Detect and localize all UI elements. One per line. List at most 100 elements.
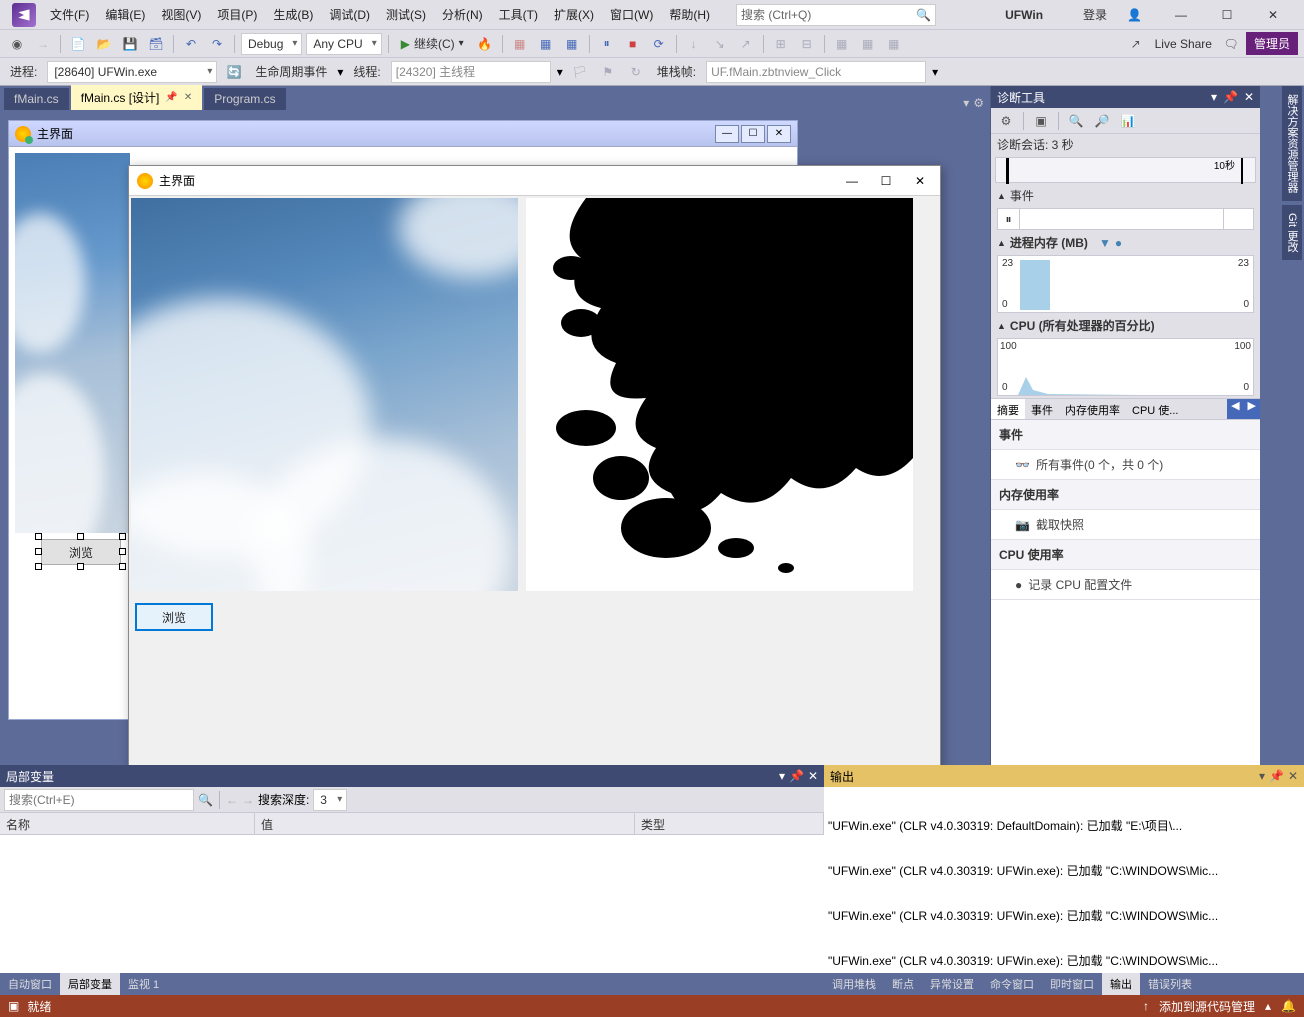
tb-icon-4[interactable]: ⊞ — [770, 33, 792, 55]
pin-icon[interactable]: 📌 — [1269, 769, 1284, 783]
close-icon[interactable]: ✕ — [1288, 769, 1298, 783]
pin-icon[interactable]: 📌 — [165, 92, 177, 103]
global-search-input[interactable]: 搜索 (Ctrl+Q) 🔍 — [736, 4, 936, 26]
tab-watch[interactable]: 监视 1 — [120, 973, 167, 995]
admin-badge[interactable]: 管理员 — [1246, 32, 1298, 55]
open-folder-icon[interactable]: 📂 — [93, 33, 115, 55]
nav-icon[interactable]: ↻ — [625, 61, 647, 83]
locals-body[interactable] — [0, 835, 824, 973]
menu-edit[interactable]: 编辑(E) — [99, 2, 151, 27]
memory-chart[interactable]: 23 23 0 0 — [997, 255, 1254, 313]
menu-help[interactable]: 帮助(H) — [663, 2, 716, 27]
menu-build[interactable]: 生成(B) — [267, 2, 319, 27]
tab-memory[interactable]: 内存使用率 — [1059, 399, 1126, 419]
tab-breakpoints[interactable]: 断点 — [884, 973, 922, 995]
step-out-icon[interactable]: ↗ — [735, 33, 757, 55]
step-over-icon[interactable]: ↓ — [683, 33, 705, 55]
tb-icon-2[interactable]: ▦ — [535, 33, 557, 55]
stackframe-combo[interactable] — [706, 61, 926, 83]
window-pos-icon[interactable]: ▾ — [1211, 90, 1217, 104]
col-value[interactable]: 值 — [255, 813, 635, 834]
thread-combo[interactable] — [391, 61, 551, 83]
minimize-button[interactable]: — — [1158, 0, 1204, 30]
tb-icon-5[interactable]: ⊟ — [796, 33, 818, 55]
tab-events[interactable]: 事件 — [1025, 399, 1059, 419]
output-text[interactable]: "UFWin.exe" (CLR v4.0.30319: DefaultDoma… — [824, 787, 1304, 973]
cpu-chart[interactable]: 100 100 0 0 — [997, 338, 1254, 396]
process-combo[interactable]: [28640] UFWin.exe — [47, 61, 217, 83]
detail-cpu-item[interactable]: ●记录 CPU 配置文件 — [991, 570, 1260, 600]
tb-icon-3[interactable]: ▦ — [561, 33, 583, 55]
close-icon[interactable]: ✕ — [184, 92, 192, 103]
memory-section-head[interactable]: ▲进程内存 (MB) ▼ ● — [991, 232, 1260, 253]
chart-icon[interactable]: 📊 — [1117, 110, 1139, 132]
config-combo[interactable]: Debug — [241, 33, 302, 55]
pause-icon[interactable]: ⏸ — [596, 33, 618, 55]
running-titlebar[interactable]: 主界面 — ☐ ✕ — [129, 166, 940, 196]
menu-tools[interactable]: 工具(T) — [493, 2, 544, 27]
select-tools-icon[interactable]: ▣ — [1030, 110, 1052, 132]
platform-combo[interactable]: Any CPU — [306, 33, 381, 55]
depth-combo[interactable]: 3 — [313, 789, 347, 811]
tab-locals[interactable]: 局部变量 — [60, 973, 120, 995]
browse-button-run[interactable]: 浏览 — [135, 603, 213, 631]
pin-icon[interactable]: 📌 — [789, 769, 804, 783]
menu-extensions[interactable]: 扩展(X) — [548, 2, 600, 27]
designer-min[interactable]: — — [715, 125, 739, 143]
designer-close[interactable]: ✕ — [767, 125, 791, 143]
save-icon[interactable]: 💾 — [119, 33, 141, 55]
maximize-button[interactable]: ☐ — [1204, 0, 1250, 30]
window-pos-icon[interactable]: ▾ — [779, 769, 785, 783]
undo-icon[interactable]: ↶ — [180, 33, 202, 55]
menu-project[interactable]: 项目(P) — [211, 2, 263, 27]
locals-search-input[interactable] — [4, 789, 194, 811]
tab-command[interactable]: 命令窗口 — [982, 973, 1042, 995]
tab-immediate[interactable]: 即时窗口 — [1042, 973, 1102, 995]
cpu-section-head[interactable]: ▲CPU (所有处理器的百分比) — [991, 315, 1260, 336]
menu-file[interactable]: 文件(F) — [44, 2, 95, 27]
step-into-icon[interactable]: ↘ — [709, 33, 731, 55]
stop-icon[interactable]: ■ — [622, 33, 644, 55]
run-min[interactable]: — — [844, 174, 860, 188]
run-max[interactable]: ☐ — [878, 174, 894, 188]
tab-output[interactable]: 输出 — [1102, 973, 1140, 995]
close-button[interactable]: ✕ — [1250, 0, 1296, 30]
output-window-icon[interactable]: ▣ — [8, 999, 19, 1013]
tab-fmain-design[interactable]: fMain.cs [设计] 📌 ✕ — [71, 85, 203, 110]
col-type[interactable]: 类型 — [635, 813, 824, 834]
tab-errorlist[interactable]: 错误列表 — [1140, 973, 1200, 995]
tab-summary[interactable]: 摘要 — [991, 399, 1025, 419]
tab-dropdown-icon[interactable]: ▾ — [963, 96, 969, 110]
flag-icon[interactable]: 🏳 — [569, 61, 591, 83]
detail-memory-item[interactable]: 📷截取快照 — [991, 510, 1260, 540]
tb-icon-8[interactable]: ▦ — [883, 33, 905, 55]
menu-view[interactable]: 视图(V) — [155, 2, 207, 27]
menu-window[interactable]: 窗口(W) — [604, 2, 659, 27]
running-app-window[interactable]: 主界面 — ☐ ✕ — [128, 165, 941, 768]
forward-button[interactable]: → — [32, 33, 54, 55]
tab-fmain-cs[interactable]: fMain.cs — [4, 88, 69, 110]
pin-icon[interactable]: 📌 — [1223, 90, 1238, 104]
tb-icon-1[interactable]: ▦ — [509, 33, 531, 55]
search-icon[interactable]: 🔍 — [198, 793, 213, 807]
solution-explorer-tab[interactable]: 解决方案资源管理器 — [1282, 86, 1302, 201]
new-file-icon[interactable]: 📄 — [67, 33, 89, 55]
window-pos-icon[interactable]: ▾ — [1259, 769, 1265, 783]
login-button[interactable]: 登录 — [1079, 2, 1111, 27]
threads-icon[interactable]: ⚑ — [597, 61, 619, 83]
gear-icon[interactable]: ⚙ — [995, 110, 1017, 132]
redo-icon[interactable]: ↷ — [206, 33, 228, 55]
scroll-left[interactable]: ◀ — [1227, 399, 1243, 419]
events-section-head[interactable]: ▲事件 — [991, 185, 1260, 206]
col-name[interactable]: 名称 — [0, 813, 255, 834]
feedback-icon[interactable]: 🗨 — [1220, 33, 1242, 55]
browse-button-design[interactable]: 浏览 — [41, 539, 121, 565]
tab-cpu[interactable]: CPU 使... — [1126, 399, 1184, 419]
tab-callstack[interactable]: 调用堆栈 — [824, 973, 884, 995]
back-button[interactable]: ◉ — [6, 33, 28, 55]
timeline-ruler[interactable]: 10秒 — [995, 157, 1256, 183]
login-icon[interactable]: 👤 — [1127, 8, 1142, 22]
menu-test[interactable]: 测试(S) — [380, 2, 432, 27]
gear-icon[interactable]: ⚙ — [973, 96, 984, 110]
nav-fwd[interactable]: → — [242, 793, 254, 807]
